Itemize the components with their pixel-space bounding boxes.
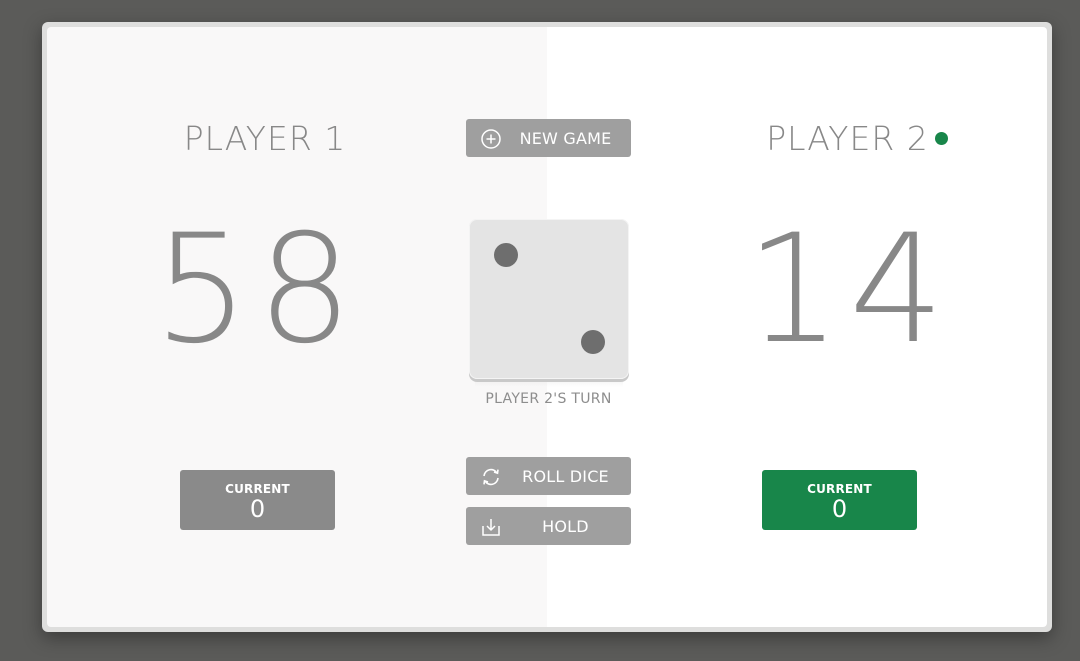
hold-button[interactable]: HOLD xyxy=(466,507,631,545)
dice-pip xyxy=(494,243,518,267)
hold-label: HOLD xyxy=(542,516,589,536)
dice-area xyxy=(469,219,629,389)
dice-pip xyxy=(581,330,605,354)
player-2-name: PLAYER 2 xyxy=(607,119,1047,158)
roll-dice-label: ROLL DICE xyxy=(522,466,609,486)
dice xyxy=(469,219,629,379)
new-game-label: NEW GAME xyxy=(519,128,612,148)
roll-dice-button[interactable]: ROLL DICE xyxy=(466,457,631,495)
player-1-current-label: CURRENT xyxy=(225,482,290,496)
player-1-current-score: 0 xyxy=(249,495,266,523)
new-game-button[interactable]: NEW GAME xyxy=(466,119,631,157)
turn-indicator: PLAYER 2'S TURN xyxy=(485,391,612,407)
player-2-current-score: 0 xyxy=(831,495,848,523)
player-1-name: PLAYER 1 xyxy=(183,119,347,158)
player-1-current-box: CURRENT 0 xyxy=(180,470,335,530)
player-1-score: 58 xyxy=(153,203,361,377)
active-dot-icon xyxy=(934,132,948,145)
player-2-current-box: CURRENT 0 xyxy=(762,470,917,530)
player-2-score: 14 xyxy=(745,203,953,377)
player-2-current-label: CURRENT xyxy=(807,482,872,496)
